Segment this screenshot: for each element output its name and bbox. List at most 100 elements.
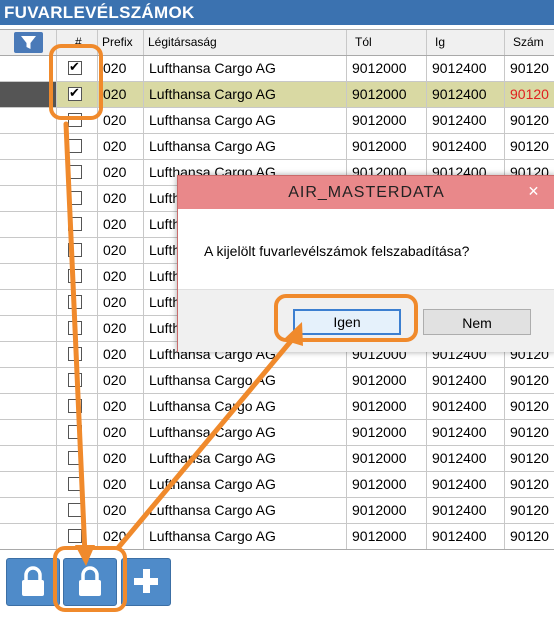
filter-button[interactable]	[14, 32, 43, 53]
row-indicator[interactable]	[0, 498, 56, 523]
table-row[interactable]: 020Lufthansa Cargo AG9012000901240090120	[0, 108, 554, 134]
cell-prefix: 020	[97, 342, 143, 367]
dialog-title: AIR_MASTERDATA	[288, 184, 445, 201]
cell-number: 90120	[504, 368, 554, 393]
row-indicator[interactable]	[0, 524, 56, 549]
cell-to: 9012400	[426, 56, 504, 81]
row-indicator[interactable]	[0, 472, 56, 497]
row-checkbox[interactable]	[68, 59, 82, 75]
col-header-number[interactable]: Szám	[504, 30, 554, 55]
cell-from: 9012000	[346, 108, 426, 133]
row-indicator[interactable]	[0, 264, 56, 289]
row-checkbox[interactable]	[68, 503, 82, 517]
table-row[interactable]: 020Lufthansa Cargo AG9012000901240090120	[0, 524, 554, 550]
table-row[interactable]: 020Lufthansa Cargo AG9012000901240090120	[0, 472, 554, 498]
cell-number: 90120	[504, 524, 554, 549]
table-row[interactable]: 020Lufthansa Cargo AG9012000901240090120	[0, 420, 554, 446]
row-indicator[interactable]	[0, 394, 56, 419]
row-checkbox[interactable]	[68, 295, 82, 309]
row-checkbox[interactable]	[68, 373, 82, 387]
table-row[interactable]: 020Lufthansa Cargo AG9012000901240090120	[0, 446, 554, 472]
no-button[interactable]: Nem	[423, 309, 531, 335]
row-checkbox[interactable]	[68, 85, 82, 101]
cell-airline: Lufthansa Cargo AG	[143, 498, 346, 523]
lock-button[interactable]	[6, 558, 60, 606]
table-row[interactable]: 020Lufthansa Cargo AG9012000901240090120	[0, 82, 554, 108]
yes-button[interactable]: Igen	[293, 309, 401, 335]
cell-airline: Lufthansa Cargo AG	[143, 420, 346, 445]
cell-from: 9012000	[346, 368, 426, 393]
table-row[interactable]: 020Lufthansa Cargo AG9012000901240090120	[0, 56, 554, 82]
row-checkbox[interactable]	[68, 477, 82, 491]
row-checkbox[interactable]	[68, 269, 82, 283]
cell-prefix: 020	[97, 394, 143, 419]
row-indicator[interactable]	[0, 290, 56, 315]
cell-prefix: 020	[97, 160, 143, 185]
cell-from: 9012000	[346, 56, 426, 81]
cell-prefix: 020	[97, 290, 143, 315]
row-checkbox[interactable]	[68, 139, 82, 153]
row-indicator[interactable]	[0, 82, 56, 107]
cell-airline: Lufthansa Cargo AG	[143, 446, 346, 471]
col-header-from[interactable]: Tól	[346, 30, 426, 55]
cell-airline: Lufthansa Cargo AG	[143, 56, 346, 81]
cell-to: 9012400	[426, 472, 504, 497]
row-indicator[interactable]	[0, 316, 56, 341]
row-checkbox[interactable]	[68, 243, 82, 257]
col-header-airline[interactable]: Légitársaság	[143, 30, 346, 55]
lock-icon	[22, 566, 44, 596]
cell-prefix: 020	[97, 524, 143, 549]
bottom-toolbar	[0, 549, 554, 622]
row-indicator[interactable]	[0, 342, 56, 367]
cell-to: 9012400	[426, 420, 504, 445]
row-indicator[interactable]	[0, 420, 56, 445]
row-indicator[interactable]	[0, 56, 56, 81]
cell-airline: Lufthansa Cargo AG	[143, 134, 346, 159]
row-checkbox[interactable]	[68, 113, 82, 127]
cell-prefix: 020	[97, 446, 143, 471]
row-checkbox[interactable]	[68, 347, 82, 361]
release-button[interactable]	[63, 558, 117, 606]
table-row[interactable]: 020Lufthansa Cargo AG9012000901240090120	[0, 394, 554, 420]
row-indicator[interactable]	[0, 160, 56, 185]
row-checkbox[interactable]	[68, 165, 82, 179]
row-indicator[interactable]	[0, 134, 56, 159]
cell-airline: Lufthansa Cargo AG	[143, 108, 346, 133]
cell-airline: Lufthansa Cargo AG	[143, 368, 346, 393]
row-checkbox[interactable]	[68, 217, 82, 231]
close-icon[interactable]: ✕	[517, 180, 551, 202]
cell-to: 9012400	[426, 108, 504, 133]
row-checkbox[interactable]	[68, 425, 82, 439]
table-row[interactable]: 020Lufthansa Cargo AG9012000901240090120	[0, 498, 554, 524]
row-checkbox[interactable]	[68, 321, 82, 335]
window-title: FUVARLEVÉLSZÁMOK	[0, 0, 554, 25]
row-checkbox[interactable]	[68, 399, 82, 413]
row-indicator[interactable]	[0, 238, 56, 263]
col-header-index[interactable]: #	[56, 30, 97, 55]
cell-prefix: 020	[97, 368, 143, 393]
row-checkbox[interactable]	[68, 451, 82, 465]
row-indicator[interactable]	[0, 212, 56, 237]
row-indicator[interactable]	[0, 446, 56, 471]
cell-number: 90120	[504, 56, 554, 81]
cell-number: 90120	[504, 108, 554, 133]
cell-from: 9012000	[346, 446, 426, 471]
row-indicator[interactable]	[0, 108, 56, 133]
row-indicator[interactable]	[0, 186, 56, 211]
filter-icon	[21, 36, 36, 49]
row-indicator[interactable]	[0, 368, 56, 393]
cell-airline: Lufthansa Cargo AG	[143, 394, 346, 419]
row-checkbox[interactable]	[68, 191, 82, 205]
cell-airline: Lufthansa Cargo AG	[143, 82, 346, 107]
cell-prefix: 020	[97, 420, 143, 445]
dialog-titlebar: AIR_MASTERDATA ✕	[178, 176, 554, 209]
cell-prefix: 020	[97, 186, 143, 211]
table-row[interactable]: 020Lufthansa Cargo AG9012000901240090120	[0, 134, 554, 160]
col-header-to[interactable]: Ig	[426, 30, 504, 55]
add-button[interactable]	[121, 558, 171, 606]
row-checkbox[interactable]	[68, 529, 82, 543]
col-header-prefix[interactable]: Prefix	[97, 30, 143, 55]
dialog-footer: Igen Nem	[178, 289, 554, 352]
cell-from: 9012000	[346, 472, 426, 497]
table-row[interactable]: 020Lufthansa Cargo AG9012000901240090120	[0, 368, 554, 394]
